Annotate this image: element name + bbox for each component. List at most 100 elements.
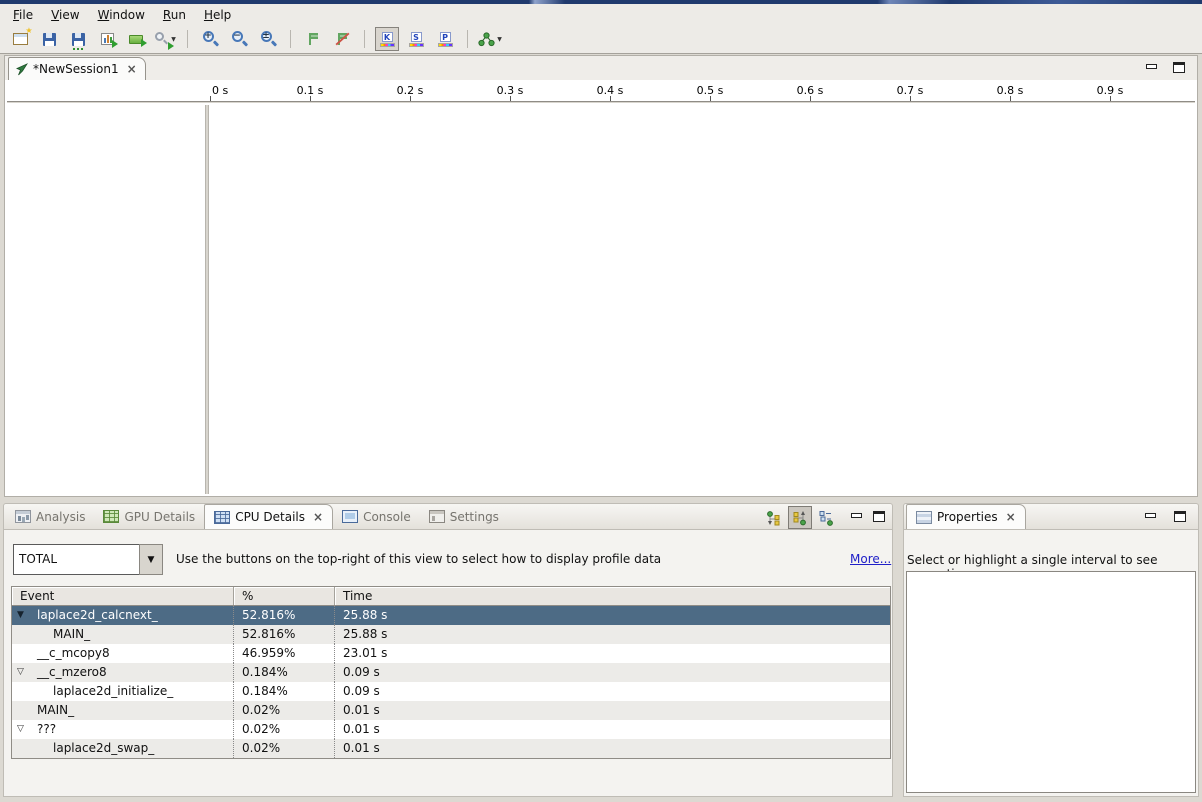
expand-triangle-icon[interactable]: ▽ [17,663,24,682]
zoom-fit-button[interactable]: ± [256,27,280,51]
zoom-fit-icon: ± [260,31,277,47]
percent-cell: 52.816% [234,606,335,625]
rainbow-strip [438,43,453,47]
profile-application-button[interactable] [95,27,119,51]
percent-cell: 0.02% [234,739,335,758]
save-icon [43,33,56,46]
process-coloring-button[interactable]: P [433,27,457,51]
flag-off-icon [335,32,349,46]
zoom-out-icon: − [231,31,248,47]
flat-view-icon [818,510,834,526]
event-name: MAIN_ [53,625,90,644]
chevron-down-icon: ▼ [148,555,155,565]
event-cell: ▽ __c_mzero8 [12,663,234,682]
cpu-details-view: Analysis GPU Details CPU Details ConsoleSet… [3,503,893,797]
tab-settings[interactable]: Settings [420,504,508,529]
table-row[interactable]: ▼laplace2d_calcnext_52.816%25.88 s [12,606,890,625]
scope-combo[interactable]: TOTAL ▼ [13,544,163,575]
analyze-button[interactable]: ▼ [478,27,502,51]
tab-properties[interactable]: Properties [906,504,1026,529]
cpu-details-content: TOTAL ▼ Use the buttons on the top-right… [3,530,893,797]
maximize-icon[interactable] [1174,511,1186,522]
new-session-icon: ★ [13,33,28,45]
scope-combo-value[interactable]: TOTAL [13,544,139,575]
kernel-coloring-icon: K [382,32,393,42]
menu-run[interactable]: Run [154,6,195,24]
combo-dropdown-button[interactable]: ▼ [139,544,163,575]
event-name: laplace2d_calcnext_ [37,606,158,625]
time-cell: 0.01 s [335,701,890,720]
tab-analysis[interactable]: Analysis [6,504,94,529]
stream-coloring-button[interactable]: S [404,27,428,51]
tab-cpu-details[interactable]: CPU Details [204,504,333,529]
timeline-editor: *NewSession1 0 s0.1 s0.2 s0.3 s0.4 s0.5 … [4,55,1198,497]
percent-cell: 46.959% [234,644,335,663]
tab-label: CPU Details [235,510,305,524]
event-cell: MAIN_ [12,701,234,720]
session-tab[interactable]: *NewSession1 [8,57,146,80]
new-session-button[interactable]: ★ [8,27,32,51]
disable-markers-button[interactable] [330,27,354,51]
maximize-icon[interactable] [873,511,885,522]
zoom-in-button[interactable]: + [198,27,222,51]
minimize-icon[interactable] [1146,64,1157,69]
time-cell: 25.88 s [335,625,890,644]
show-timeline-button[interactable] [124,27,148,51]
ruler-groove [7,101,1195,104]
column-header-event[interactable]: Event [12,587,234,605]
table-row[interactable]: MAIN_0.02%0.01 s [12,701,890,720]
menu-help[interactable]: Help [195,6,240,24]
tab-console[interactable]: Console [333,504,420,529]
rainbow-strip [409,43,424,47]
properties-tab-bar: Properties [903,503,1199,530]
percent-cell: 0.02% [234,720,335,739]
minimize-icon[interactable] [1145,513,1156,518]
expand-triangle-icon[interactable]: ▼ [17,606,24,625]
gpu-icon [103,510,119,523]
save-button[interactable] [37,27,61,51]
table-row[interactable]: __c_mcopy846.959%23.01 s [12,644,890,663]
zoom-out-button[interactable]: − [227,27,251,51]
tab-gpu-details[interactable]: GPU Details [94,504,204,529]
save-as-button[interactable] [66,27,90,51]
menu-view[interactable]: View [42,6,88,24]
column-header-time[interactable]: Time [335,587,890,605]
minimize-icon[interactable] [851,513,862,518]
event-cell: ▼ laplace2d_calcnext_ [12,606,234,625]
expand-triangle-icon[interactable]: ▽ [17,720,24,739]
bottom-up-tree-button[interactable] [788,506,812,529]
bottom-up-tree-icon [792,510,808,526]
time-cell: 0.09 s [335,682,890,701]
session-close-icon[interactable] [127,63,137,75]
event-cell: laplace2d_swap_ [12,739,234,758]
close-icon[interactable] [1006,511,1016,523]
timeline-icon [129,35,143,44]
pane-divider[interactable] [205,105,209,494]
top-down-tree-button[interactable] [762,506,786,529]
view-hint: Use the buttons on the top-right of this… [176,552,661,566]
enable-markers-button[interactable] [301,27,325,51]
more-link[interactable]: More... [850,552,891,566]
kernel-coloring-button[interactable]: K [375,27,399,51]
flat-view-button[interactable] [814,506,838,529]
event-name: MAIN_ [37,701,74,720]
event-name: __c_mzero8 [37,663,107,682]
dropdown-caret-icon[interactable]: ▼ [497,36,502,43]
table-header: Event%Time [12,587,890,606]
table-row[interactable]: ▽???0.02%0.01 s [12,720,890,739]
column-header-[interactable]: % [234,587,335,605]
table-row[interactable]: ▽__c_mzero80.184%0.09 s [12,663,890,682]
flag-icon [306,32,320,46]
tab-label: GPU Details [124,510,195,524]
menu-bar: FileViewWindowRunHelp [0,4,1202,25]
maximize-icon[interactable] [1173,62,1185,73]
table-row[interactable]: laplace2d_initialize_0.184%0.09 s [12,682,890,701]
menu-file[interactable]: File [4,6,42,24]
table-row[interactable]: MAIN_52.816%25.88 s [12,625,890,644]
main-toolbar: ★ ▼ + − ± K S P [0,25,1202,54]
zoom-source-button[interactable]: ▼ [153,27,177,51]
close-icon[interactable] [313,511,323,523]
menu-window[interactable]: Window [89,6,154,24]
analysis-tree-icon [478,32,495,47]
table-row[interactable]: laplace2d_swap_0.02%0.01 s [12,739,890,758]
